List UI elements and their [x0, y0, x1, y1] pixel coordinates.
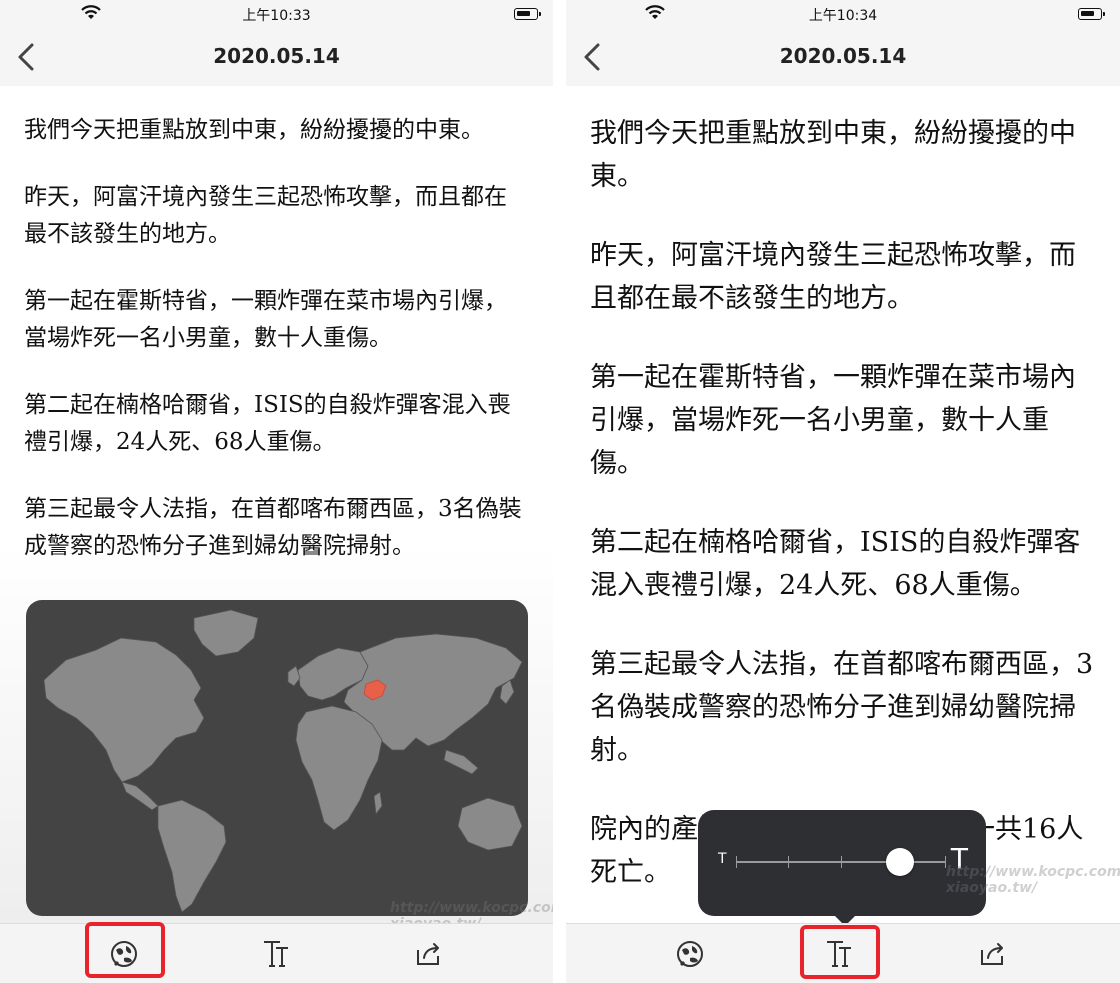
greenland-shape: [193, 609, 259, 657]
paragraph: 第一起在霍斯特省，一顆炸彈在菜市場內引爆，當場炸死一名小男童，數十人重傷。: [24, 288, 507, 351]
world-map-popup[interactable]: [26, 600, 528, 916]
world-map: [43, 609, 523, 913]
article-text: 我們今天把重點放到中東，紛紛擾擾的中東。 昨天，阿富汗境內發生三起恐怖攻擊，而且…: [590, 112, 1100, 923]
north-america-shape: [43, 637, 205, 783]
text-size-icon[interactable]: [256, 934, 296, 974]
bottom-toolbar: [0, 923, 553, 983]
watermark-text: http://www.kocpc.com.tw/ xiaoyao.tw/: [946, 864, 1120, 896]
text-size-icon[interactable]: [819, 934, 859, 974]
right-phone-screen: 上午10:34 2020.05.14 我們今天把重點放到中東，紛紛擾擾的中東。 …: [566, 0, 1120, 983]
paragraph: 我們今天把重點放到中東，紛紛擾擾的中東。: [24, 117, 484, 143]
small-text-label: T: [718, 851, 727, 867]
slider-thumb[interactable]: [885, 848, 914, 876]
slider-tick: [841, 856, 842, 868]
screenshot-divider: [553, 0, 566, 983]
nav-bar: 2020.05.14: [0, 30, 553, 86]
map-icon[interactable]: [104, 934, 144, 974]
status-bar: 上午10:33: [0, 0, 553, 30]
paragraph: 第三起最令人法指，在首都喀布爾西區，3名偽裝成警察的恐怖分子進到婦幼醫院掃射。: [24, 496, 522, 559]
article-content: 我們今天把重點放到中東，紛紛擾擾的中東。 昨天，阿富汗境內發生三起恐怖攻擊，而且…: [566, 86, 1120, 923]
paragraph: 第三起最令人法指，在首都喀布爾西區，3名偽裝成警察的恐怖分子進到婦幼醫院掃射。: [590, 649, 1094, 766]
paragraph: 第二起在楠格哈爾省，ISIS的自殺炸彈客混入喪禮引爆，24人死、68人重傷。: [24, 392, 511, 455]
australia-shape: [457, 797, 523, 851]
southeast-asia-shape: [443, 749, 479, 775]
africa-shape: [295, 705, 383, 831]
central-america-shape: [121, 781, 159, 811]
page-title: 2020.05.14: [779, 44, 907, 68]
south-america-shape: [157, 799, 227, 913]
battery-icon: [1078, 8, 1105, 20]
battery-icon: [514, 8, 541, 20]
paragraph: 我們今天把重點放到中東，紛紛擾擾的中東。: [590, 118, 1076, 192]
share-icon[interactable]: [972, 934, 1012, 974]
madagascar-shape: [373, 791, 383, 816]
bottom-toolbar: [566, 923, 1120, 983]
paragraph: 昨天，阿富汗境內發生三起恐怖攻擊，而且都在最不該發生的地方。: [24, 184, 507, 247]
status-bar: 上午10:34: [566, 0, 1120, 30]
left-phone-screen: 上午10:33 2020.05.14 我們今天把重點放到中東，紛紛擾擾的中東。 …: [0, 0, 553, 983]
paragraph: 第一起在霍斯特省，一顆炸彈在菜市場內引爆，當場炸死一名小男童，數十人重傷。: [590, 362, 1076, 479]
font-size-popup: T T: [698, 810, 986, 926]
slider-tick: [736, 856, 737, 868]
font-size-slider[interactable]: [736, 848, 946, 876]
status-time: 上午10:34: [808, 8, 878, 24]
article-text: 我們今天把重點放到中東，紛紛擾擾的中東。 昨天，阿富汗境內發生三起恐怖攻擊，而且…: [24, 112, 524, 595]
status-time: 上午10:33: [242, 8, 311, 24]
slider-tick: [788, 856, 789, 868]
share-icon[interactable]: [408, 934, 448, 974]
paragraph: 昨天，阿富汗境內發生三起恐怖攻擊，而且都在最不該發生的地方。: [590, 240, 1076, 314]
uk-shape: [287, 665, 301, 687]
page-title: 2020.05.14: [213, 44, 340, 68]
map-icon[interactable]: [670, 934, 710, 974]
paragraph: 第二起在楠格哈爾省，ISIS的自殺炸彈客混入喪禮引爆，24人死、68人重傷。: [590, 527, 1081, 601]
nav-bar: 2020.05.14: [566, 30, 1120, 86]
